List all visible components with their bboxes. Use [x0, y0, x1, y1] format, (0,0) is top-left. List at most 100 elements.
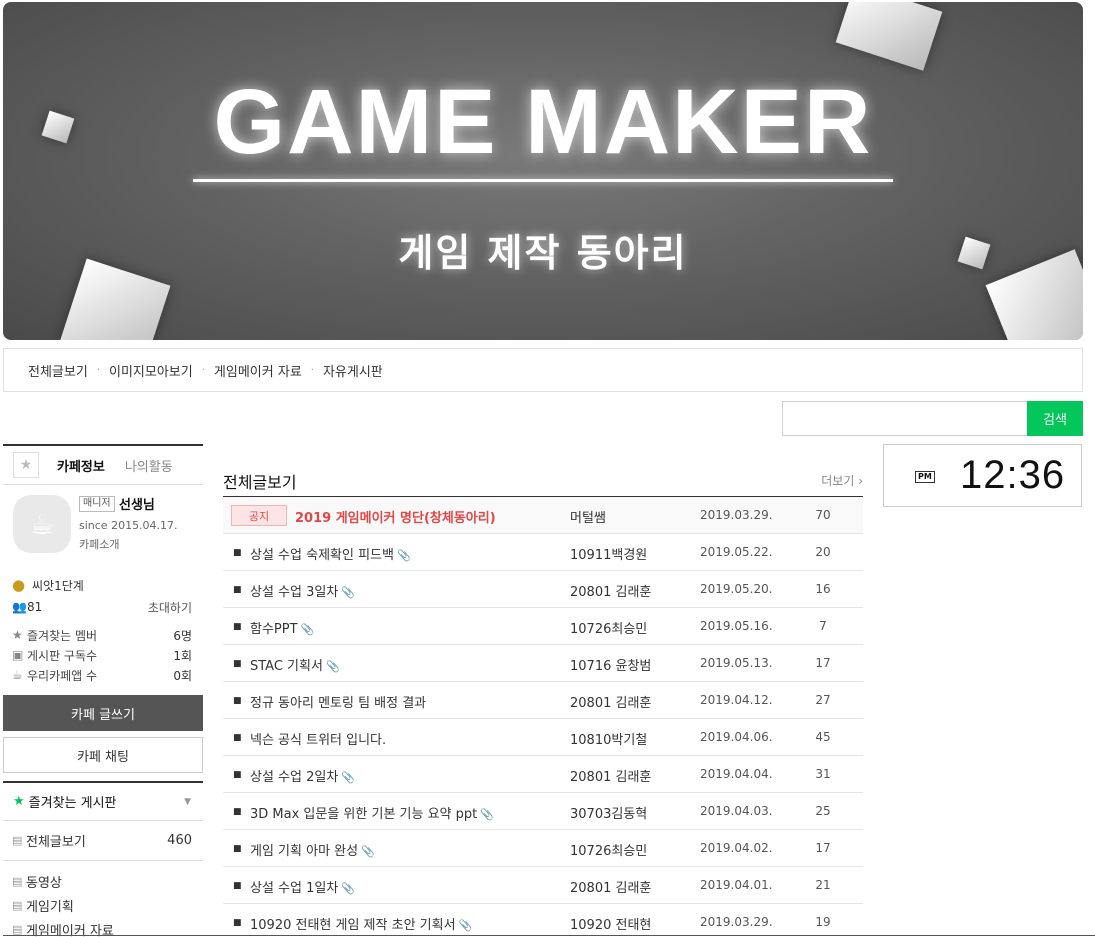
- article-title[interactable]: 상설 수업 2일차 📎: [250, 766, 355, 785]
- article-views: 70: [815, 508, 831, 522]
- search-input[interactable]: [782, 401, 1028, 436]
- article-author[interactable]: 10920 전태현: [570, 914, 651, 933]
- favorite-cafe-button[interactable]: ★: [13, 452, 39, 478]
- sidebar-item-game-planning[interactable]: ▤ 게임기획: [3, 893, 203, 917]
- article-views: 27: [815, 693, 831, 707]
- tab-my-activity[interactable]: 나의활동: [125, 456, 173, 475]
- cafe-chat-button[interactable]: 카페 채팅: [3, 737, 203, 773]
- members-icon: 👥: [12, 600, 27, 614]
- attachment-icon: 📎: [300, 623, 315, 636]
- banner-title: GAME MAKER: [213, 71, 873, 173]
- table-row: ■ 함수PPT 📎 10726최승민 2019.05.16. 7: [223, 608, 863, 645]
- stat-label: 게시판 구독수: [27, 648, 98, 663]
- ampm-indicator: PM: [915, 471, 935, 483]
- favorite-boards-header[interactable]: ★ 즐겨찾는 게시판 ▼: [3, 781, 203, 821]
- manager-profile: ☕ 매니저 선생님 since 2015.04.17. 카페소개: [3, 485, 203, 565]
- bullet-icon: ■: [233, 733, 242, 743]
- attachment-icon: 📎: [341, 771, 355, 784]
- article-views: 20: [815, 545, 831, 559]
- cafe-write-button[interactable]: 카페 글쓰기: [3, 695, 203, 731]
- article-title[interactable]: 정규 동아리 멘토링 팀 배정 결과: [250, 692, 426, 711]
- bullet-icon: ■: [233, 696, 242, 706]
- avatar[interactable]: ☕: [13, 495, 71, 553]
- table-row: ■ 넥슨 공식 트위터 입니다. 10810박기철 2019.04.06. 45: [223, 719, 863, 756]
- article-title[interactable]: 상설 수업 3일차 📎: [250, 581, 355, 600]
- article-author[interactable]: 20801 김래훈: [570, 877, 651, 896]
- article-author[interactable]: 10726최승민: [570, 840, 647, 859]
- article-author[interactable]: 머털쌤: [570, 507, 606, 526]
- article-date: 2019.03.29.: [700, 508, 773, 522]
- article-author[interactable]: 20801 김래훈: [570, 581, 651, 600]
- table-row: ■ 3D Max 입문을 위한 기본 기능 요약 ppt 📎 30703김동혁 2019…: [223, 793, 863, 830]
- article-date: 2019.05.22.: [700, 545, 773, 559]
- article-views: 25: [815, 804, 831, 818]
- star-icon: ★: [12, 628, 23, 642]
- cafe-sidebar: ★ 카페정보 나의활동 ☕ 매니저 선생님 since 2015.04.17. …: [3, 444, 203, 937]
- menu-item-all-posts[interactable]: 전체글보기: [28, 361, 88, 380]
- board-icon: ▤: [12, 834, 23, 847]
- article-date: 2019.05.13.: [700, 656, 773, 670]
- article-author[interactable]: 20801 김래훈: [570, 692, 651, 711]
- search-button[interactable]: 검색: [1027, 401, 1083, 436]
- table-row: ■ 상설 수업 1일차 📎 20801 김래훈 2019.04.01. 21: [223, 867, 863, 904]
- article-author[interactable]: 10716 윤창범: [570, 655, 651, 674]
- article-title[interactable]: STAC 기획서 📎: [250, 655, 340, 674]
- menu-item-gamemaker-resources[interactable]: 게임메이커 자료: [214, 361, 302, 380]
- article-title[interactable]: 상설 수업 숙제확인 피드백 📎: [250, 544, 411, 563]
- cafe-intro-link[interactable]: 카페소개: [79, 536, 119, 552]
- article-title-text: 함수PPT: [250, 622, 298, 637]
- article-author[interactable]: 30703김동혁: [570, 803, 647, 822]
- bullet-icon: ■: [233, 548, 242, 558]
- table-row: ■ 상설 수업 2일차 📎 20801 김래훈 2019.04.04. 31: [223, 756, 863, 793]
- sidebar-item-all-posts[interactable]: ▤ 전체글보기 460: [3, 821, 203, 861]
- board-icon: ▤: [12, 898, 23, 912]
- attachment-icon: 📎: [341, 882, 355, 895]
- cafe-level: ● 씨앗1단계: [3, 573, 203, 597]
- seed-level-icon: ●: [12, 576, 26, 594]
- article-date: 2019.04.02.: [700, 841, 773, 855]
- table-row: ■ 게임 기획 아마 완성 📎 10726최승민 2019.04.02. 17: [223, 830, 863, 867]
- board-icon: ▤: [12, 922, 23, 936]
- article-title[interactable]: 10920 전태현 게임 제작 초안 기획서 📎: [250, 914, 472, 933]
- member-count[interactable]: 81: [27, 600, 148, 614]
- article-title[interactable]: 3D Max 입문을 위한 기본 기능 요약 ppt 📎: [250, 803, 494, 822]
- table-row: ■ 10920 전태현 게임 제작 초안 기획서 📎 10920 전태현 2019.03…: [223, 904, 863, 937]
- chevron-down-icon: ▼: [184, 796, 191, 807]
- notice-badge: 공지: [231, 505, 287, 526]
- article-title[interactable]: 2019 게임메이커 명단(창체동아리): [295, 507, 496, 526]
- cafe-level-label[interactable]: 씨앗1단계: [32, 577, 192, 594]
- manager-badge: 매니저: [79, 496, 115, 512]
- article-title-text: 상설 수업 3일차: [250, 585, 339, 600]
- attachment-icon: 📎: [361, 845, 375, 858]
- article-list: 전체글보기 더보기 › 공지 2019 게임메이커 명단(창체동아리) 머털쌤 …: [223, 460, 863, 937]
- sidebar-item-videos[interactable]: ▤ 동영상: [3, 869, 203, 893]
- menu-separator: ·: [96, 364, 100, 376]
- article-title[interactable]: 게임 기획 아마 완성 📎: [250, 840, 375, 859]
- menu-item-free-board[interactable]: 자유게시판: [323, 361, 383, 380]
- article-date: 2019.05.20.: [700, 582, 773, 596]
- sidebar-item-gamemaker-resources[interactable]: ▤ 게임메이커 자료: [3, 917, 203, 937]
- tab-cafe-info[interactable]: 카페정보: [57, 456, 105, 475]
- banner-subtitle: 게임 제작 동아리: [398, 231, 688, 275]
- article-author[interactable]: 20801 김래훈: [570, 766, 651, 785]
- article-date: 2019.04.01.: [700, 878, 773, 892]
- stat-value: 1회: [173, 648, 192, 663]
- notice-row: 공지 2019 게임메이커 명단(창체동아리) 머털쌤 2019.03.29. …: [223, 497, 863, 534]
- article-author[interactable]: 10726최승민: [570, 618, 647, 637]
- attachment-icon: 📎: [325, 660, 340, 673]
- invite-link[interactable]: 초대하기: [148, 599, 192, 616]
- article-author[interactable]: 10810박기철: [570, 729, 647, 748]
- manager-name[interactable]: 선생님: [119, 494, 155, 513]
- article-title[interactable]: 상설 수업 1일차 📎: [250, 877, 355, 896]
- page-title: 전체글보기: [223, 473, 297, 492]
- menu-item-image-gallery[interactable]: 이미지모아보기: [109, 361, 193, 380]
- board-subscriptions-row: ▣ 게시판 구독수 1회: [3, 645, 203, 665]
- banner-square-decoration: [835, 2, 943, 71]
- more-link[interactable]: 더보기 ›: [821, 472, 863, 489]
- article-title[interactable]: 함수PPT 📎: [250, 618, 314, 637]
- article-date: 2019.05.16.: [700, 619, 773, 633]
- article-author[interactable]: 10911백경원: [570, 544, 647, 563]
- star-icon: ★: [19, 457, 33, 473]
- board-post-count: 460: [167, 833, 192, 848]
- article-title[interactable]: 넥슨 공식 트위터 입니다.: [250, 729, 386, 748]
